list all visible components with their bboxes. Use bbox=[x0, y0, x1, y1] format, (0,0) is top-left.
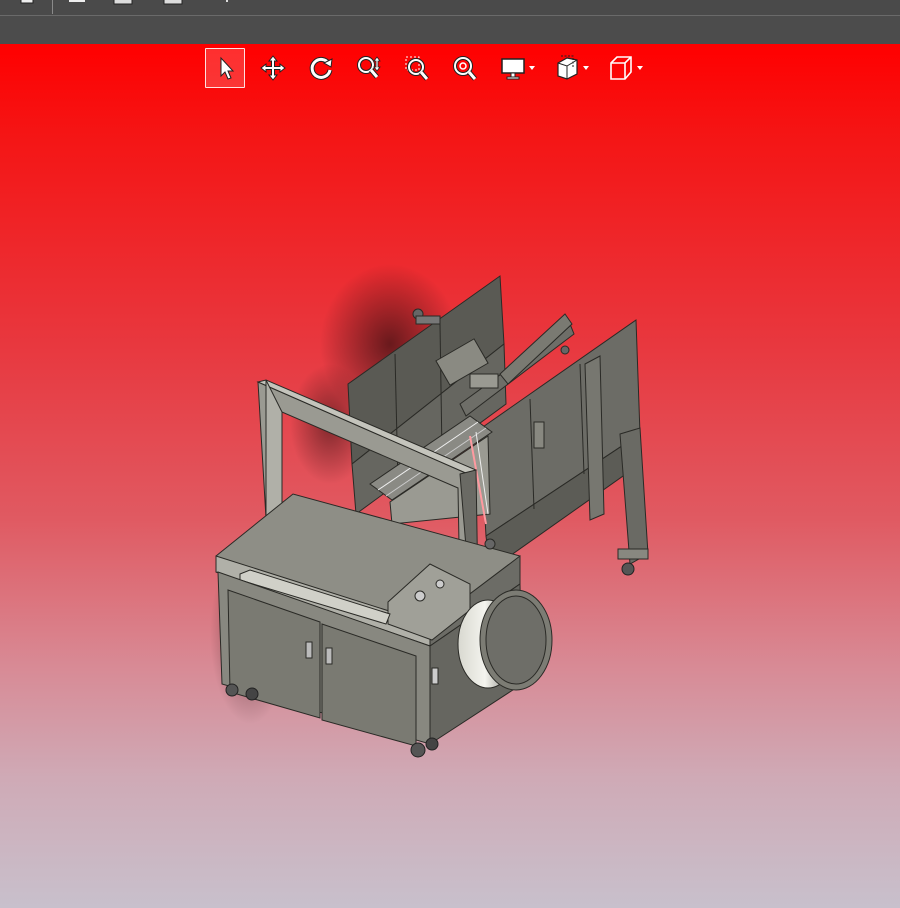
toolbar-separator bbox=[52, 0, 53, 14]
display-style-button[interactable] bbox=[493, 48, 533, 88]
heads-up-view-toolbar bbox=[205, 48, 655, 88]
print-preview-icon[interactable] bbox=[162, 0, 184, 6]
zoom-tool-button[interactable] bbox=[349, 48, 389, 88]
section-view-button[interactable] bbox=[547, 48, 587, 88]
new-document-icon[interactable] bbox=[16, 0, 38, 6]
move-arrows-icon bbox=[260, 55, 286, 81]
zoom-area-tool-button[interactable] bbox=[397, 48, 437, 88]
monitor-icon bbox=[501, 58, 525, 80]
cursor-arrow-icon bbox=[220, 56, 235, 80]
print-icon[interactable] bbox=[112, 0, 134, 6]
zoom-window-icon bbox=[405, 56, 429, 81]
packaging-machine-model[interactable] bbox=[0, 44, 900, 908]
app-toolbar bbox=[0, 0, 900, 16]
select-tool-button[interactable] bbox=[205, 48, 245, 88]
zoom-fit-tool-button[interactable] bbox=[445, 48, 485, 88]
zoom-fit-icon bbox=[453, 56, 477, 81]
zoom-in-out-icon bbox=[357, 56, 381, 79]
section-icon bbox=[557, 55, 578, 80]
options-icon[interactable] bbox=[216, 0, 238, 6]
rotate-icon bbox=[309, 56, 333, 80]
command-manager-bar bbox=[0, 16, 900, 44]
save-icon[interactable] bbox=[66, 0, 88, 6]
pan-tool-button[interactable] bbox=[253, 48, 293, 88]
rotate-tool-button[interactable] bbox=[301, 48, 341, 88]
graphics-viewport[interactable] bbox=[0, 44, 900, 908]
cube-icon bbox=[610, 56, 632, 80]
view-orientation-button[interactable] bbox=[601, 48, 641, 88]
